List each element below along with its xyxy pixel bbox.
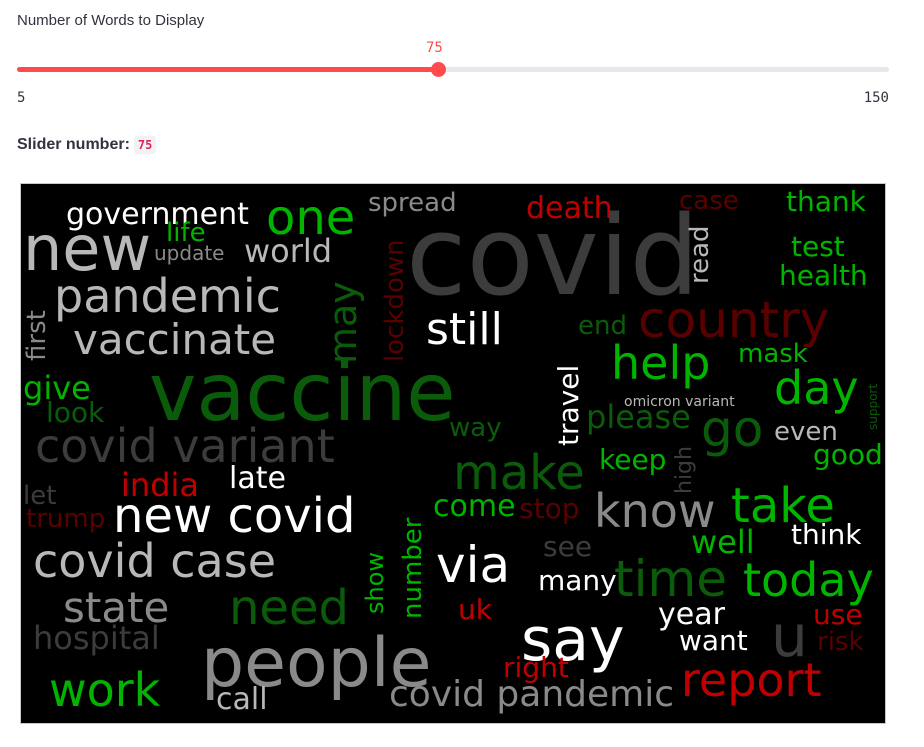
word-covid-variant: covid variant (35, 419, 335, 473)
slider-current-value: 75 (426, 40, 443, 56)
word-help: help (611, 336, 710, 390)
word-good: good (813, 438, 883, 471)
word-many: many (538, 564, 617, 597)
word-work: work (49, 663, 161, 717)
word-covid-pandemic: covid pandemic (389, 674, 674, 715)
slider-track[interactable] (17, 62, 889, 77)
word-day: day (774, 361, 859, 415)
word-update: update (154, 241, 224, 265)
word-read: read (685, 225, 715, 284)
word-cloud-image: government new life update world one spread dea… (20, 183, 886, 724)
word-cloud-svg: governmentnew lifeupdate worldone spread dea… (21, 184, 885, 723)
word-way: way (449, 413, 502, 443)
word-travel: travel (552, 365, 585, 446)
slider-label: Number of Words to Display (17, 12, 205, 29)
word-first: first (22, 310, 52, 361)
word-via: via (436, 536, 510, 594)
word-call: call (216, 682, 268, 717)
word-see: see (543, 530, 592, 563)
word-come: come (433, 489, 516, 524)
word-please: please (586, 398, 691, 436)
word-keep: keep (599, 443, 666, 476)
slider-result: Slider number: 75 (17, 136, 157, 154)
slider-result-label: Slider number: (17, 136, 130, 153)
word-trump: trump (26, 504, 105, 534)
word-one: one (266, 190, 355, 246)
word-health: health (779, 259, 868, 292)
word-risk: risk (817, 627, 864, 657)
slider-thumb[interactable] (431, 62, 446, 77)
slider-result-value: 75 (133, 136, 157, 154)
word-uk: uk (458, 593, 493, 626)
word-go: go (701, 400, 763, 458)
slider-fill (17, 67, 438, 72)
word-report: report (681, 653, 822, 707)
word-number: number (398, 517, 428, 619)
word-support: support (866, 384, 880, 430)
word-show: show (361, 552, 389, 614)
slider-max-label: 150 (863, 90, 889, 106)
word-stop: stop (519, 492, 579, 525)
word-lockdown: lockdown (380, 239, 410, 362)
word-think: think (791, 518, 862, 551)
word-hospital: hospital (33, 619, 160, 657)
word-thank: thank (786, 185, 867, 218)
slider-min-label: 5 (17, 90, 26, 106)
